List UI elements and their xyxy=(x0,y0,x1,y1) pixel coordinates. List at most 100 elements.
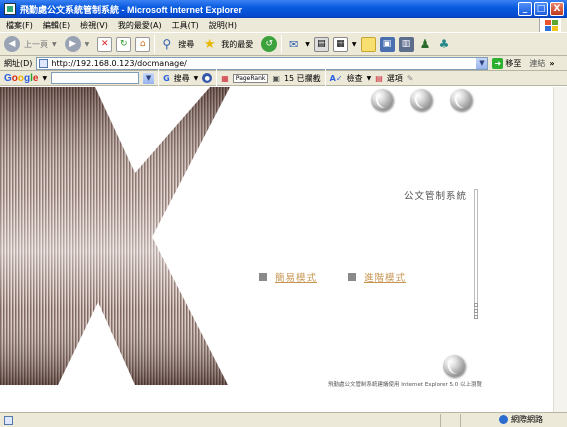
toolbar-separator xyxy=(154,35,156,53)
favorites-star-icon[interactable]: ★ xyxy=(202,37,217,52)
page-status-icon xyxy=(4,415,13,425)
title-bar: 飛勤處公文系統管制系統 - Microsoft Internet Explore… xyxy=(0,0,567,18)
options-icon[interactable]: ▤ xyxy=(375,74,383,83)
maximize-button[interactable]: □ xyxy=(534,2,548,16)
browser-recommendation-note: 飛勤處公文管制系統建議使用 Internet Explorer 5.0 以上瀏覽 xyxy=(328,382,482,388)
internet-zone-icon xyxy=(499,415,508,424)
bullet-square xyxy=(348,273,356,281)
favorites-button-label[interactable]: 我的最愛 xyxy=(221,39,253,50)
spellcheck-button[interactable]: 檢查 xyxy=(347,73,363,84)
bullet-square xyxy=(259,273,267,281)
popup-blocked-count[interactable]: 15 已攔截 xyxy=(284,73,321,84)
zone-label: 網際網路 xyxy=(511,415,543,424)
go-button[interactable]: ➜ 移至 xyxy=(492,57,521,69)
close-button[interactable]: X xyxy=(550,2,564,16)
stop-icon[interactable]: ✕ xyxy=(97,36,113,52)
spellcheck-dropdown-icon[interactable]: ▼ xyxy=(367,75,372,82)
toolbar-separator xyxy=(216,69,218,87)
discuss-icon[interactable] xyxy=(360,36,376,52)
status-divider xyxy=(460,413,461,427)
site-search-icon[interactable]: ● xyxy=(202,73,213,83)
minimize-button[interactable]: _ xyxy=(518,2,532,16)
research-icon[interactable]: ▥ xyxy=(398,36,414,52)
google-dropdown-icon[interactable]: ▼ xyxy=(42,75,47,82)
advanced-mode-link[interactable]: 進階模式 xyxy=(348,270,406,284)
security-zone: 網際網路 xyxy=(499,414,543,425)
status-divider xyxy=(440,413,441,427)
address-dropdown-icon[interactable]: ▼ xyxy=(476,57,488,69)
mail-dropdown-icon[interactable]: ▼ xyxy=(305,41,310,48)
toolbar-separator xyxy=(158,69,160,87)
user-icon[interactable]: ♟ xyxy=(418,37,433,52)
decorative-square xyxy=(474,309,478,313)
address-label: 網址(D) xyxy=(4,58,33,68)
google-search-input[interactable] xyxy=(51,72,140,84)
spellcheck-icon[interactable]: A✓ xyxy=(330,74,343,83)
edit-dropdown-icon[interactable]: ▼ xyxy=(352,41,357,48)
decorative-square xyxy=(474,315,478,319)
menu-favorites[interactable]: 我的最愛(A) xyxy=(118,20,162,31)
google-input-dropdown-icon[interactable]: ▼ xyxy=(143,72,155,84)
links-expand-icon[interactable]: » xyxy=(549,59,554,68)
system-title: 公文管制系統 xyxy=(404,191,468,202)
home-icon[interactable]: ⌂ xyxy=(135,36,151,52)
address-url[interactable]: http://192.168.0.123/docmanage/ xyxy=(51,59,186,68)
print-icon[interactable]: ▤ xyxy=(313,36,329,52)
status-bar: 網際網路 xyxy=(0,412,567,427)
globe-icon[interactable] xyxy=(410,89,432,111)
advanced-mode-label[interactable]: 進階模式 xyxy=(364,270,406,284)
menu-file[interactable]: 檔案(F) xyxy=(6,20,33,31)
toolbar-separator xyxy=(281,35,283,53)
vertical-scrollbar[interactable] xyxy=(553,87,567,412)
links-label[interactable]: 連結 xyxy=(529,58,545,69)
google-search-dropdown-icon[interactable]: ▼ xyxy=(194,75,199,82)
search-button-label[interactable]: 搜尋 xyxy=(178,39,194,50)
windows-logo-icon xyxy=(539,18,561,32)
back-button-label[interactable]: 上一頁 xyxy=(24,39,48,50)
mail-icon[interactable]: ✉ xyxy=(286,37,301,52)
toolbar-separator xyxy=(324,69,326,87)
search-icon[interactable]: ⚲ xyxy=(159,37,174,52)
google-toolbar: Google ▼ ▼ G 搜尋 ▼ ● ▦ PageRank ▣ 15 已攔截 … xyxy=(0,69,567,87)
network-icon[interactable]: ♣ xyxy=(437,37,452,52)
messenger-icon[interactable]: ▣ xyxy=(379,36,395,52)
simple-mode-label[interactable]: 簡易模式 xyxy=(275,270,317,284)
forward-arrow-icon[interactable]: ▶ xyxy=(64,36,81,52)
decorative-square xyxy=(474,303,478,307)
google-search-button[interactable]: 搜尋 xyxy=(174,73,190,84)
highlight-icon[interactable]: ✎ xyxy=(407,74,414,83)
menu-bar: 檔案(F) 編輯(E) 檢視(V) 我的最愛(A) 工具(T) 說明(H) xyxy=(0,18,567,32)
globe-icon[interactable] xyxy=(443,355,465,377)
ie-page-icon xyxy=(4,3,16,15)
window-title: 飛勤處公文系統管制系統 - Microsoft Internet Explore… xyxy=(20,4,243,15)
standard-toolbar: ◀ 上一頁 ▼ ▶ ▼ ✕ ↻ ⌂ ⚲ 搜尋 ★ 我的最愛 ↺ ✉ ▼ ▤ ▦ … xyxy=(0,32,567,56)
back-arrow-icon[interactable]: ◀ xyxy=(4,36,20,52)
refresh-icon[interactable]: ↻ xyxy=(116,36,132,52)
globe-icon[interactable] xyxy=(450,89,472,111)
window-controls: _ □ X xyxy=(518,2,564,16)
go-arrow-icon[interactable]: ➜ xyxy=(492,57,504,69)
menu-help[interactable]: 說明(H) xyxy=(209,20,237,31)
google-search-icon[interactable]: G xyxy=(163,74,170,83)
globe-icon[interactable] xyxy=(371,89,393,111)
go-button-label[interactable]: 移至 xyxy=(505,58,521,69)
news-icon[interactable]: ▦ xyxy=(221,74,229,83)
back-dropdown-icon[interactable]: ▼ xyxy=(52,41,57,48)
x-logo-graphic xyxy=(0,87,230,385)
page-content: 公文管制系統 簡易模式 進階模式 飛勤處公文管制系統建議使用 Internet … xyxy=(0,87,553,412)
address-bar: 網址(D) http://192.168.0.123/docmanage/ ▼ … xyxy=(0,56,567,71)
page-icon xyxy=(39,58,49,68)
decorative-bar xyxy=(474,189,478,319)
menu-tools[interactable]: 工具(T) xyxy=(172,20,199,31)
google-logo[interactable]: Google xyxy=(4,73,38,84)
options-button[interactable]: 選項 xyxy=(387,73,403,84)
forward-dropdown-icon[interactable]: ▼ xyxy=(85,41,90,48)
menu-edit[interactable]: 編輯(E) xyxy=(43,20,70,31)
popup-blocker-icon[interactable]: ▣ xyxy=(272,74,280,83)
menu-view[interactable]: 檢視(V) xyxy=(80,20,108,31)
history-icon[interactable]: ↺ xyxy=(261,36,278,52)
pagerank-meter[interactable]: PageRank xyxy=(232,73,269,83)
edit-icon[interactable]: ▦ xyxy=(332,36,348,52)
address-input[interactable]: http://192.168.0.123/docmanage/ ▼ xyxy=(36,56,489,70)
simple-mode-link[interactable]: 簡易模式 xyxy=(259,270,317,284)
